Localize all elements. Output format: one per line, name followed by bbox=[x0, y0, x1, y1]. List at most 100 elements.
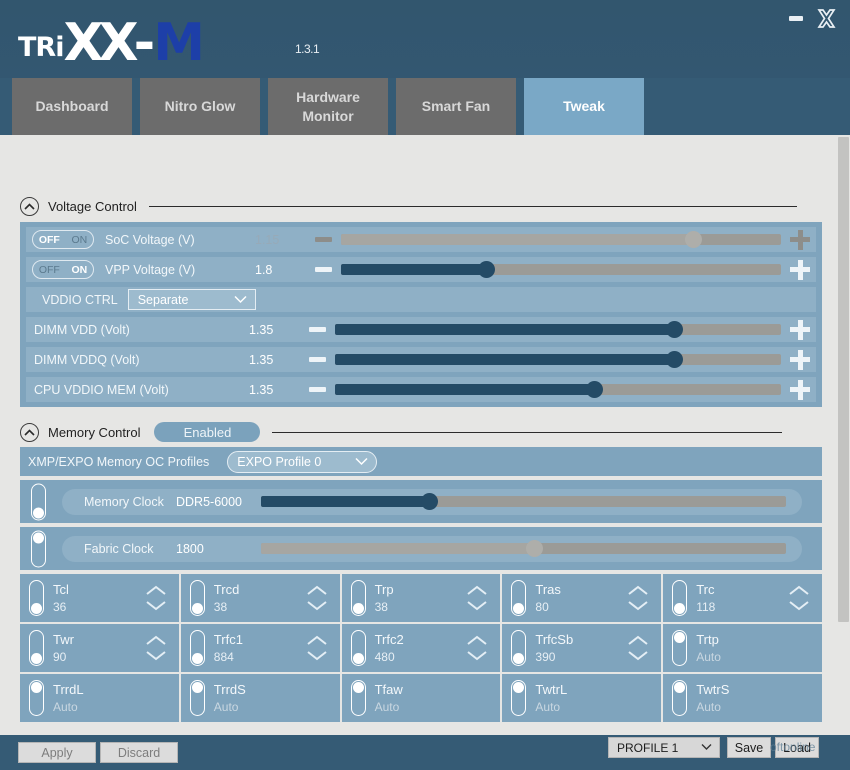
dimm-vddq-increment[interactable] bbox=[790, 349, 810, 370]
trc-spinner[interactable] bbox=[788, 585, 810, 611]
dimm-vdd-slider-knob[interactable] bbox=[665, 321, 683, 338]
timing-cell-tras[interactable]: Tras 80 bbox=[502, 574, 662, 622]
vpp-voltage-slider-knob[interactable] bbox=[478, 261, 496, 278]
trrds-toggle[interactable] bbox=[189, 680, 205, 716]
vpp-voltage-increment[interactable] bbox=[790, 259, 810, 280]
dimm-vddq-slider-knob[interactable] bbox=[665, 351, 683, 368]
dimm-vddq-decrement[interactable] bbox=[309, 357, 326, 362]
timing-cell-trrds[interactable]: TrrdS Auto bbox=[180, 674, 340, 722]
trcd-spinner[interactable] bbox=[306, 585, 328, 611]
trc-toggle[interactable] bbox=[672, 580, 688, 616]
memory-control-status-badge[interactable]: Enabled bbox=[154, 422, 261, 442]
timing-cell-trfc2[interactable]: Trfc2 480 bbox=[341, 624, 501, 672]
chevron-down-icon[interactable] bbox=[145, 600, 167, 611]
vpp-voltage-slider[interactable] bbox=[341, 261, 781, 278]
timing-cell-twtrl[interactable]: TwtrL Auto bbox=[502, 674, 662, 722]
memory-clock-slider-knob[interactable] bbox=[421, 493, 438, 510]
chevron-down-icon[interactable] bbox=[306, 600, 328, 611]
cpu-vddio-mem-slider[interactable] bbox=[335, 381, 781, 398]
dimm-vdd-increment[interactable] bbox=[790, 319, 810, 340]
chevron-down-icon[interactable] bbox=[788, 600, 810, 611]
soc-voltage-slider-knob[interactable] bbox=[685, 231, 702, 248]
trtp-toggle[interactable] bbox=[672, 630, 688, 666]
fabric-clock-slider-knob[interactable] bbox=[526, 540, 543, 557]
timing-cell-trp[interactable]: Trp 38 bbox=[341, 574, 501, 622]
trcd-toggle[interactable] bbox=[189, 580, 205, 616]
trfc1-toggle[interactable] bbox=[189, 630, 205, 666]
timing-cell-trfcsb[interactable]: TrfcSb 390 bbox=[502, 624, 662, 672]
fabric-clock-slider[interactable] bbox=[261, 540, 786, 557]
collapse-toggle-voltage[interactable] bbox=[20, 196, 39, 216]
twr-spinner[interactable] bbox=[145, 635, 167, 661]
close-button[interactable] bbox=[817, 9, 836, 28]
fabric-clock-toggle[interactable] bbox=[31, 530, 46, 567]
soc-voltage-slider[interactable] bbox=[341, 231, 781, 248]
timing-cell-twr[interactable]: Twr 90 bbox=[20, 624, 179, 672]
twtrl-toggle[interactable] bbox=[511, 680, 527, 716]
profile-select[interactable]: PROFILE 1 bbox=[608, 737, 720, 758]
chevron-down-icon[interactable] bbox=[145, 650, 167, 661]
timing-cell-trcd[interactable]: Trcd 38 bbox=[180, 574, 340, 622]
timing-cell-trtp[interactable]: Trtp Auto bbox=[663, 624, 822, 672]
cpu-vddio-mem-slider-knob[interactable] bbox=[585, 381, 603, 398]
soc-voltage-toggle[interactable]: OFF ON bbox=[32, 230, 94, 249]
timing-cell-tcl[interactable]: Tcl 36 bbox=[20, 574, 179, 622]
chevron-up-icon[interactable] bbox=[788, 585, 810, 596]
memory-clock-slider[interactable] bbox=[261, 493, 786, 510]
trfcsb-toggle[interactable] bbox=[511, 630, 527, 666]
vddio-ctrl-select[interactable]: Separate bbox=[127, 289, 256, 310]
tab-hardware-monitor[interactable]: Hardware Monitor bbox=[268, 78, 388, 135]
content-scrollbar-thumb[interactable] bbox=[838, 137, 849, 622]
chevron-up-icon[interactable] bbox=[306, 635, 328, 646]
trp-spinner[interactable] bbox=[466, 585, 488, 611]
chevron-down-icon[interactable] bbox=[627, 600, 649, 611]
chevron-down-icon[interactable] bbox=[466, 600, 488, 611]
tab-smart-fan[interactable]: Smart Fan bbox=[396, 78, 516, 135]
twr-toggle[interactable] bbox=[29, 630, 44, 666]
chevron-up-icon[interactable] bbox=[145, 585, 167, 596]
trfc1-spinner[interactable] bbox=[306, 635, 328, 661]
trfcsb-spinner[interactable] bbox=[627, 635, 649, 661]
timing-cell-trc[interactable]: Trc 118 bbox=[663, 574, 822, 622]
dimm-vddq-slider[interactable] bbox=[335, 351, 781, 368]
memory-clock-toggle[interactable] bbox=[31, 483, 46, 520]
soc-voltage-decrement[interactable] bbox=[315, 237, 332, 242]
trrdl-toggle[interactable] bbox=[29, 680, 44, 716]
chevron-down-icon[interactable] bbox=[466, 650, 488, 661]
discard-button[interactable]: Discard bbox=[100, 742, 178, 763]
trfc2-spinner[interactable] bbox=[466, 635, 488, 661]
chevron-down-icon[interactable] bbox=[306, 650, 328, 661]
tras-toggle[interactable] bbox=[511, 580, 527, 616]
apply-button[interactable]: Apply bbox=[18, 742, 96, 763]
soc-voltage-increment[interactable] bbox=[790, 229, 810, 250]
timing-cell-trfc1[interactable]: Trfc1 884 bbox=[180, 624, 340, 672]
twtrs-toggle[interactable] bbox=[672, 680, 688, 716]
xmp-expo-select[interactable]: EXPO Profile 0 bbox=[227, 450, 378, 473]
chevron-up-icon[interactable] bbox=[466, 585, 488, 596]
tab-dashboard[interactable]: Dashboard bbox=[12, 78, 132, 135]
content-scrollbar-track[interactable] bbox=[836, 135, 850, 735]
vpp-voltage-toggle[interactable]: OFF ON bbox=[32, 260, 94, 279]
chevron-up-icon[interactable] bbox=[466, 635, 488, 646]
timing-cell-twtrs[interactable]: TwtrS Auto bbox=[663, 674, 822, 722]
tfaw-toggle[interactable] bbox=[350, 680, 366, 716]
dimm-vdd-decrement[interactable] bbox=[309, 327, 326, 332]
timing-cell-trrdl[interactable]: TrrdL Auto bbox=[20, 674, 179, 722]
cpu-vddio-mem-increment[interactable] bbox=[790, 379, 810, 400]
collapse-toggle-memory[interactable] bbox=[20, 422, 39, 442]
trfc2-toggle[interactable] bbox=[350, 630, 366, 666]
chevron-up-icon[interactable] bbox=[145, 635, 167, 646]
tcl-spinner[interactable] bbox=[145, 585, 167, 611]
chevron-up-icon[interactable] bbox=[306, 585, 328, 596]
tab-tweak[interactable]: Tweak bbox=[524, 78, 644, 135]
tcl-toggle[interactable] bbox=[29, 580, 44, 616]
dimm-vdd-slider[interactable] bbox=[335, 321, 781, 338]
chevron-up-icon[interactable] bbox=[627, 585, 649, 596]
cpu-vddio-mem-decrement[interactable] bbox=[309, 387, 326, 392]
chevron-up-icon[interactable] bbox=[627, 635, 649, 646]
trp-toggle[interactable] bbox=[350, 580, 366, 616]
timing-cell-tfaw[interactable]: Tfaw Auto bbox=[341, 674, 501, 722]
tras-spinner[interactable] bbox=[627, 585, 649, 611]
vpp-voltage-decrement[interactable] bbox=[315, 267, 332, 272]
tab-nitro-glow[interactable]: Nitro Glow bbox=[140, 78, 260, 135]
